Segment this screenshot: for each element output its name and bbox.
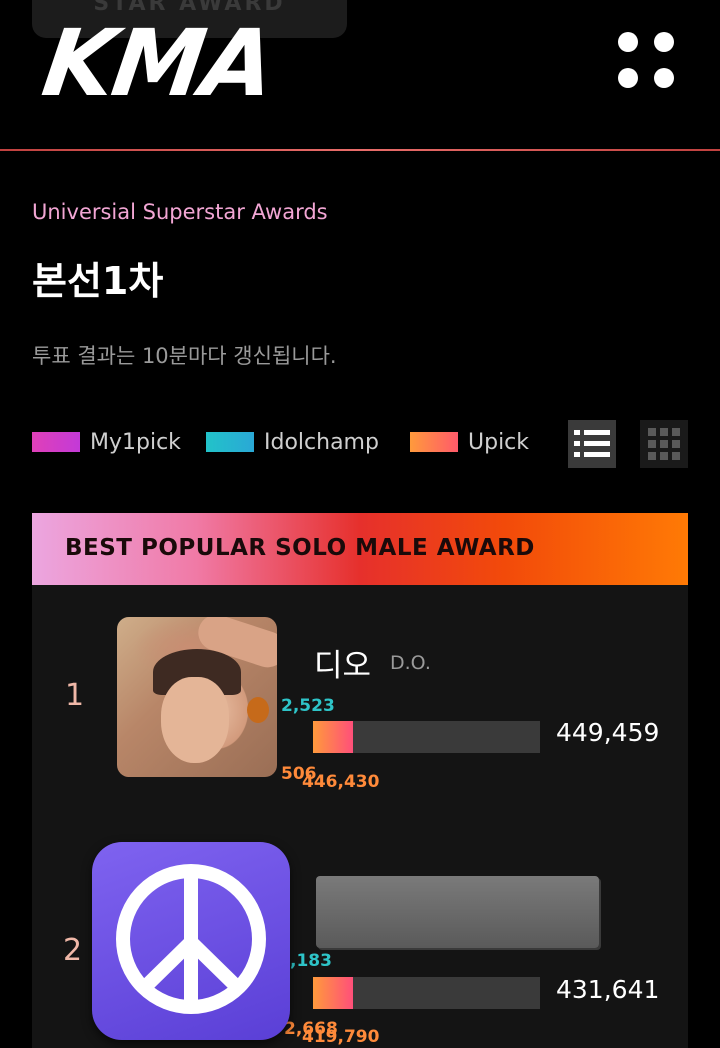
total-votes: 431,641 xyxy=(556,975,660,1004)
total-votes: 449,459 xyxy=(556,718,660,747)
peace-sign-icon[interactable] xyxy=(92,842,290,1040)
list-view-icon[interactable] xyxy=(568,420,616,468)
vote-bar xyxy=(313,721,540,753)
idolchamp-votes: 2,523 xyxy=(281,696,335,716)
update-notice: 투표 결과는 10분마다 갱신됩니다. xyxy=(32,344,337,368)
legend-swatch xyxy=(32,432,80,452)
vote-bar xyxy=(313,977,540,1009)
page-subtitle: Universial Superstar Awards xyxy=(32,200,328,224)
vote-bar-fill xyxy=(313,721,353,753)
upick-votes: 446,430 xyxy=(302,772,380,792)
name-placeholder-box xyxy=(316,876,599,948)
page-title: 본선1차 xyxy=(32,259,164,303)
idolchamp-votes: ,183 xyxy=(290,951,332,971)
legend-upick: Upick xyxy=(410,428,529,456)
vote-bar-fill xyxy=(313,977,353,1009)
legend-swatch xyxy=(206,432,254,452)
legend-label: My1pick xyxy=(90,429,181,455)
legend-label: Idolchamp xyxy=(264,429,379,455)
grid-view-icon[interactable] xyxy=(640,420,688,468)
legend-my1pick: My1pick xyxy=(32,428,181,456)
rank-number: 2 xyxy=(63,933,83,968)
header-divider xyxy=(0,149,720,151)
award-banner: BEST POPULAR SOLO MALE AWARD xyxy=(32,513,688,585)
rank-number: 1 xyxy=(65,678,85,713)
award-title: BEST POPULAR SOLO MALE AWARD xyxy=(65,535,535,561)
menu-grid-icon[interactable] xyxy=(614,28,678,92)
candidate-name: 디오 xyxy=(314,648,372,684)
upick-votes: 419,790 xyxy=(302,1027,380,1047)
candidate-photo[interactable] xyxy=(117,617,277,777)
kma-logo[interactable]: KMA xyxy=(37,10,280,117)
legend-label: Upick xyxy=(468,429,530,455)
legend-idolchamp: Idolchamp xyxy=(206,428,379,456)
candidate-name-en: D.O. xyxy=(390,652,431,674)
legend-swatch xyxy=(410,432,458,452)
